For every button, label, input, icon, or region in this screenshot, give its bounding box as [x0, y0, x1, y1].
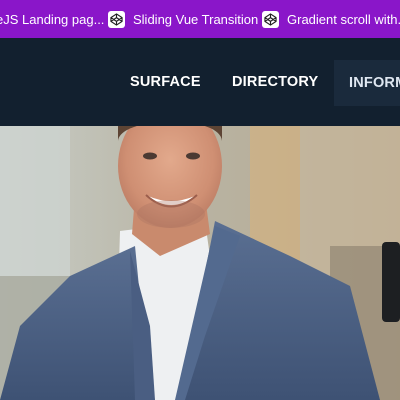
codepen-icon	[262, 10, 279, 28]
nav-item-information[interactable]: INFORM	[334, 60, 400, 106]
codepen-icon	[108, 10, 125, 28]
bookmark-sliding-vue-transition[interactable]: Sliding Vue Transition	[108, 0, 258, 38]
bookmark-label: Gradient scroll with...	[287, 11, 400, 27]
bookmarks-bar: eJS Landing pag... Sliding Vue Transitio…	[0, 0, 400, 38]
portrait-photo	[0, 126, 400, 400]
bookmark-ejs-landing-page[interactable]: eJS Landing pag...	[0, 0, 104, 38]
bookmark-label: Sliding Vue Transition	[133, 11, 259, 27]
nav-item-directory[interactable]: DIRECTORY	[232, 38, 318, 126]
site-header: SURFACE DIRECTORY INFORM	[0, 38, 400, 126]
nav-item-surface[interactable]: SURFACE	[130, 38, 201, 126]
hero-image	[0, 126, 400, 400]
bookmark-gradient-scroll[interactable]: Gradient scroll with...	[262, 0, 400, 38]
bookmark-label: eJS Landing pag...	[0, 11, 105, 27]
